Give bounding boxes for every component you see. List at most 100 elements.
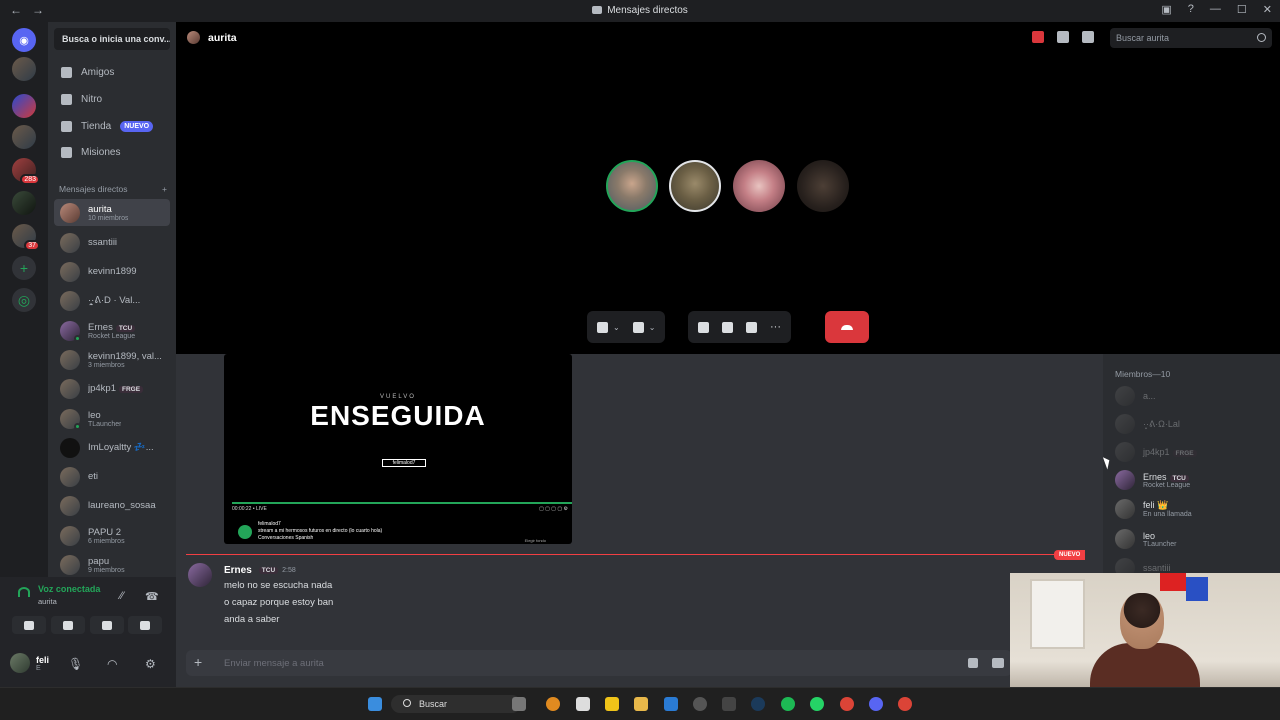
author-name[interactable]: Ernes <box>224 565 252 576</box>
dm-item[interactable]: papu 9 miembros <box>54 551 170 578</box>
soundboard-button[interactable] <box>128 616 162 634</box>
file-explorer-icon[interactable] <box>634 697 648 711</box>
spotify-icon[interactable] <box>781 697 795 711</box>
dm-item[interactable]: jp4kp1 FRGE <box>54 375 170 402</box>
server-icon-2[interactable] <box>12 94 36 118</box>
dm-item[interactable]: ImLoyaltty 💤... <box>54 434 170 461</box>
gift-icon[interactable] <box>968 658 978 668</box>
whatsapp-icon[interactable] <box>810 697 824 711</box>
camera-button[interactable] <box>12 616 46 634</box>
member-item[interactable]: jp4kp1 FRGE <box>1115 439 1197 465</box>
add-dm-button[interactable]: + <box>162 184 167 194</box>
dm-item[interactable]: laureano_sosaa <box>54 492 170 519</box>
app-icon[interactable] <box>546 697 560 711</box>
soundboard-icon[interactable] <box>746 321 757 333</box>
add-friends-icon[interactable] <box>1057 31 1069 43</box>
help-icon[interactable]: ? <box>1188 3 1194 16</box>
member-item[interactable]: feli 👑 En una llamada <box>1115 496 1192 522</box>
menu-nitro[interactable]: Nitro <box>54 87 170 111</box>
dm-item[interactable]: ssantiii <box>54 229 170 256</box>
member-item[interactable]: a... <box>1115 383 1156 409</box>
task-view-icon[interactable] <box>576 697 590 711</box>
chevron-down-icon[interactable]: ⌄ <box>613 323 620 332</box>
menu-friends[interactable]: Amigos <box>54 60 170 84</box>
dm-item-aurita[interactable]: aurita 10 miembros <box>54 199 170 226</box>
discover-icon[interactable]: ◎ <box>12 288 36 312</box>
message-composer[interactable]: + Enviar mensaje a aurita <box>186 650 1012 676</box>
headphones-icon[interactable]: ◠ <box>107 657 117 671</box>
member-item[interactable]: leo TLauncher <box>1115 526 1176 552</box>
close-button[interactable]: ✕ <box>1263 3 1272 16</box>
mic-icon[interactable] <box>597 321 608 333</box>
participant-tile[interactable] <box>606 160 658 212</box>
chevron-down-icon[interactable]: ⌄ <box>649 323 656 332</box>
dm-item[interactable]: PAPU 26 miembros <box>54 522 170 549</box>
vscode-icon[interactable] <box>664 697 678 711</box>
avatar[interactable] <box>188 563 212 587</box>
camera-off-icon[interactable] <box>632 321 644 333</box>
dm-item[interactable]: Ernes TCU Rocket League <box>54 317 170 344</box>
github-icon[interactable] <box>693 697 707 711</box>
call-search-input[interactable]: Buscar aurita <box>1110 28 1272 48</box>
pinned-icon[interactable] <box>1032 31 1044 43</box>
notes-icon[interactable] <box>605 697 619 711</box>
activities-icon[interactable] <box>722 321 733 333</box>
more-icon[interactable]: ··· <box>770 321 781 333</box>
participant-tile[interactable] <box>797 160 849 212</box>
steam-icon[interactable] <box>751 697 765 711</box>
dm-item[interactable]: ·͙̟̯̰·ᕕ·D · Val... <box>54 287 170 314</box>
dm-search-input[interactable]: Busca o inicia una conv... <box>54 28 170 50</box>
camera-off-icon <box>24 620 34 630</box>
attach-plus-icon[interactable]: + <box>194 655 202 669</box>
dm-item[interactable]: leo TLauncher <box>54 405 170 432</box>
add-server-icon[interactable]: + <box>12 256 36 280</box>
hang-up-button[interactable] <box>825 311 869 343</box>
epic-games-icon[interactable] <box>722 697 736 711</box>
member-item[interactable]: ·͙̟·ᕕ·Ω·Lal <box>1115 411 1180 437</box>
dm-item[interactable]: eti <box>54 463 170 490</box>
stream-button[interactable]: Elegir fondo <box>525 538 546 543</box>
screen-share-button[interactable] <box>51 616 85 634</box>
screen-share-icon[interactable] <box>698 321 709 333</box>
disconnect-icon[interactable]: ☎ <box>145 590 159 603</box>
background-object <box>1160 573 1186 591</box>
clan-tag: TCU <box>115 324 136 332</box>
menu-shop[interactable]: Tienda NUEVO <box>54 114 170 138</box>
widgets-icon[interactable] <box>512 697 526 711</box>
avatar <box>60 349 80 370</box>
chrome-profile-icon[interactable] <box>898 697 912 711</box>
server-icon-4[interactable]: 283 <box>12 158 40 185</box>
minimize-button[interactable]: — <box>1210 3 1221 16</box>
server-icon-3[interactable] <box>12 125 36 149</box>
avatar <box>60 408 81 430</box>
discord-home-icon[interactable]: ◉ <box>12 28 36 52</box>
inbox-icon[interactable]: ▣ <box>1161 3 1171 16</box>
player-buttons[interactable]: ▢ ▢ ▢ ▢ ⚙ <box>539 506 568 516</box>
discord-taskbar-icon[interactable] <box>869 697 883 711</box>
user-panel[interactable]: feli E <box>10 650 49 676</box>
participant-tile[interactable] <box>669 160 721 212</box>
chrome-icon[interactable] <box>840 697 854 711</box>
members-header: Miembros—10 <box>1115 369 1171 379</box>
member-item[interactable]: Ernes TCU Rocket League <box>1115 467 1190 493</box>
gif-icon[interactable] <box>992 658 1004 668</box>
phone-hangup-icon <box>841 324 853 330</box>
server-icon-5[interactable] <box>12 191 36 215</box>
members-list-icon[interactable] <box>1082 31 1094 43</box>
mic-icon[interactable]: 🎙 <box>68 657 83 671</box>
participant-tile[interactable] <box>733 160 785 212</box>
settings-gear-icon[interactable]: ⚙ <box>145 657 156 671</box>
friends-icon <box>61 66 72 78</box>
noise-suppression-icon[interactable]: ⁄⁄ <box>120 590 124 602</box>
menu-quests[interactable]: Misiones <box>54 140 170 164</box>
maximize-button[interactable]: ☐ <box>1237 3 1247 16</box>
stream-embed[interactable]: VUELVO ENSEGUIDA felimalod7 00:00:22 • L… <box>224 354 572 544</box>
dm-item[interactable]: kevinn1899 <box>54 258 170 285</box>
server-icon-6[interactable]: 37 <box>12 224 40 251</box>
taskbar-search[interactable]: Buscar <box>391 695 521 713</box>
activities-button[interactable] <box>90 616 124 634</box>
dm-item[interactable]: kevinn1899, val... 3 miembros <box>54 346 170 373</box>
windows-start-icon[interactable] <box>368 697 382 711</box>
server-icon-1[interactable] <box>12 57 36 81</box>
voice-status[interactable]: Voz conectada aurita <box>18 584 100 606</box>
